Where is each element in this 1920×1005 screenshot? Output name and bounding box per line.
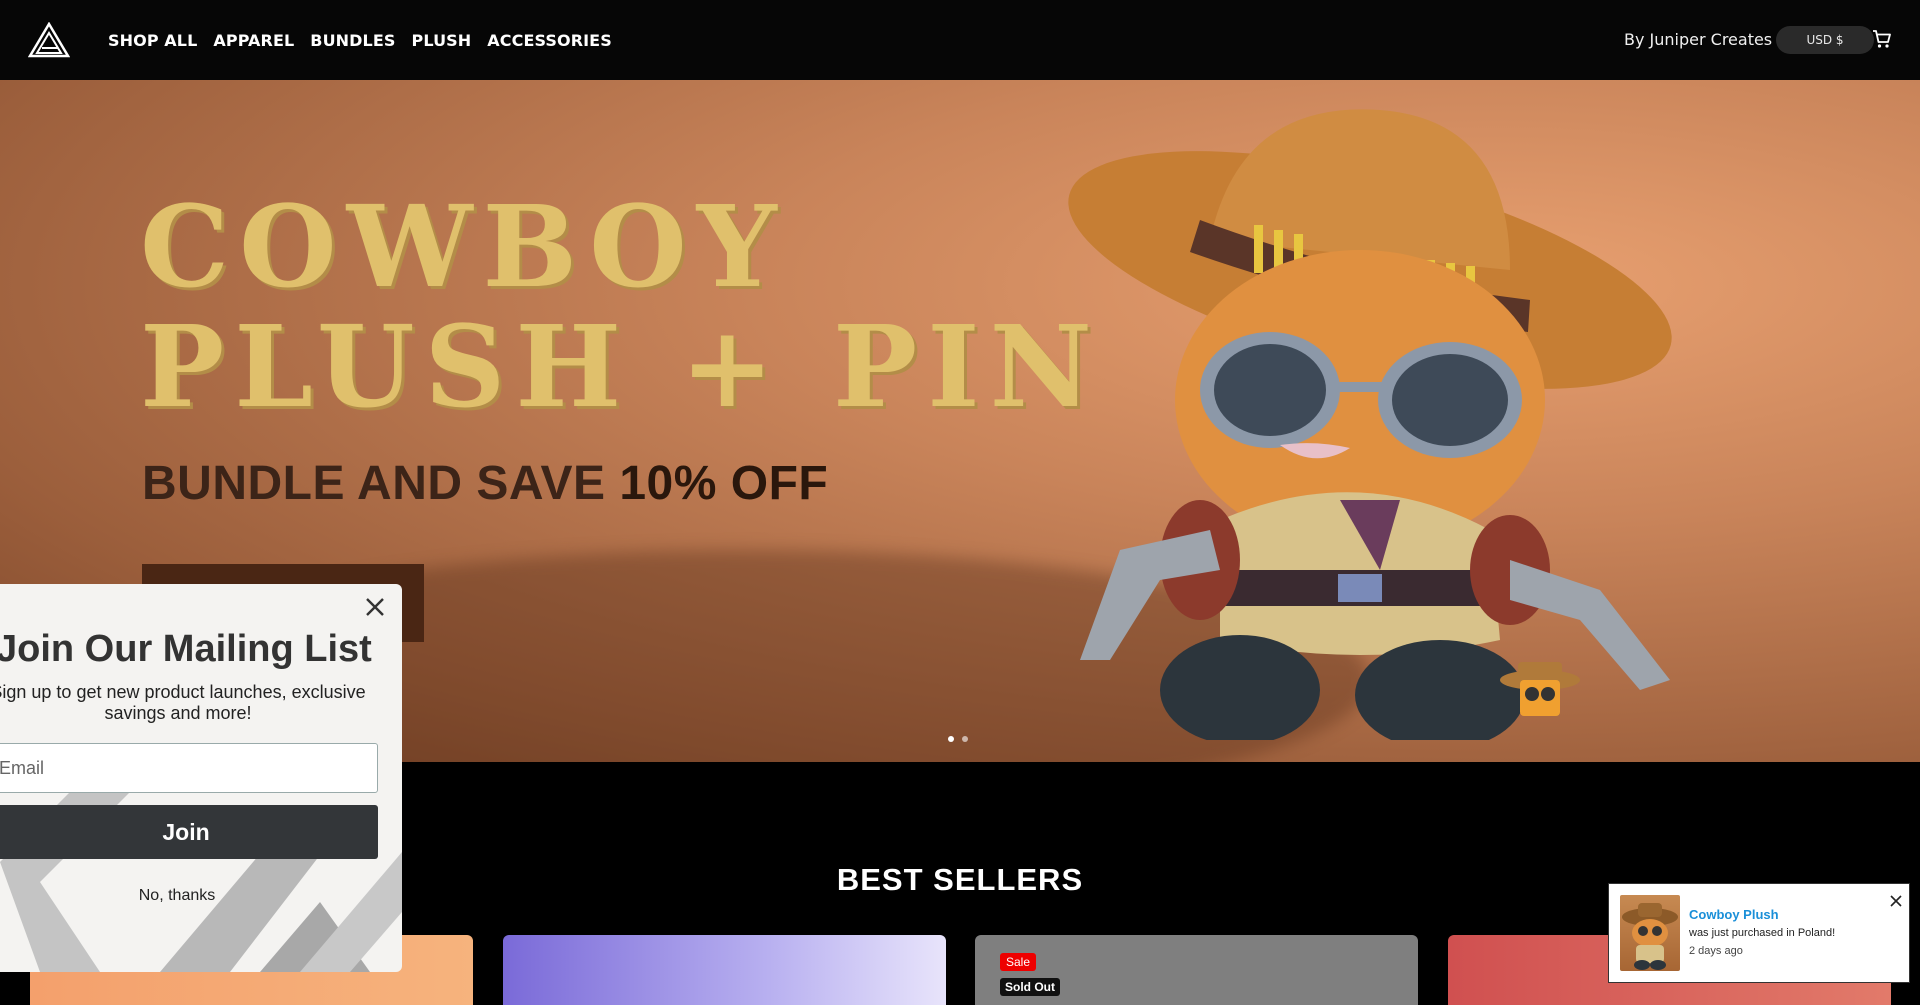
hero-subtitle-prefix: BUNDLE AND SAVE: [142, 457, 620, 510]
triangle-logo-icon[interactable]: [28, 22, 70, 58]
hero-dot-1[interactable]: [948, 736, 954, 742]
hero-title: COWBOY PLUSH + PIN: [140, 188, 1102, 428]
hero-title-line1: COWBOY: [140, 182, 787, 313]
join-button[interactable]: Join: [0, 805, 378, 859]
purchase-notification[interactable]: Cowboy Plush was just purchased in Polan…: [1608, 883, 1910, 983]
popup-description: Sign up to get new product launches, exc…: [0, 682, 366, 723]
nav-shop-all[interactable]: SHOP ALL: [108, 31, 197, 50]
currency-selector[interactable]: USD $: [1776, 26, 1874, 54]
nav-bundles[interactable]: BUNDLES: [310, 31, 395, 50]
product-card[interactable]: [503, 935, 946, 1005]
hero-subtitle: BUNDLE AND SAVE 10% OFF: [142, 456, 828, 511]
notification-text: was just purchased in Poland!: [1689, 927, 1836, 939]
nav-apparel[interactable]: APPAREL: [213, 31, 294, 50]
cowboy-plush-image: [1068, 109, 1672, 740]
nav-accessories[interactable]: ACCESSORIES: [487, 31, 612, 50]
nav-plush[interactable]: PLUSH: [412, 31, 472, 50]
cowboy-plush-thumbnail: [1622, 903, 1678, 970]
hero-dot-2[interactable]: [962, 736, 968, 742]
product-thumbnail: [1620, 895, 1680, 971]
close-icon[interactable]: [362, 594, 388, 620]
notification-product[interactable]: Cowboy Plush: [1689, 907, 1779, 922]
popup-title: Join Our Mailing List: [0, 628, 372, 670]
email-field[interactable]: [0, 743, 378, 793]
close-icon[interactable]: [1889, 894, 1903, 908]
no-thanks-link[interactable]: No, thanks: [0, 887, 354, 905]
hero-pagination: [948, 736, 968, 742]
hero-subtitle-discount: 10% OFF: [619, 457, 829, 510]
cart-icon[interactable]: [1870, 27, 1894, 51]
brand-link[interactable]: By Juniper Creates: [1624, 30, 1772, 49]
site-header: SHOP ALL APPAREL BUNDLES PLUSH ACCESSORI…: [0, 0, 1920, 80]
notification-time: 2 days ago: [1689, 945, 1743, 957]
sold-out-badge: Sold Out: [1000, 978, 1060, 996]
mailing-list-popup: Join Our Mailing List Sign up to get new…: [0, 584, 402, 972]
main-nav: SHOP ALL APPAREL BUNDLES PLUSH ACCESSORI…: [108, 0, 612, 80]
hero-title-line2: PLUSH + PIN: [140, 302, 1103, 433]
sale-badge: Sale: [1000, 953, 1037, 971]
